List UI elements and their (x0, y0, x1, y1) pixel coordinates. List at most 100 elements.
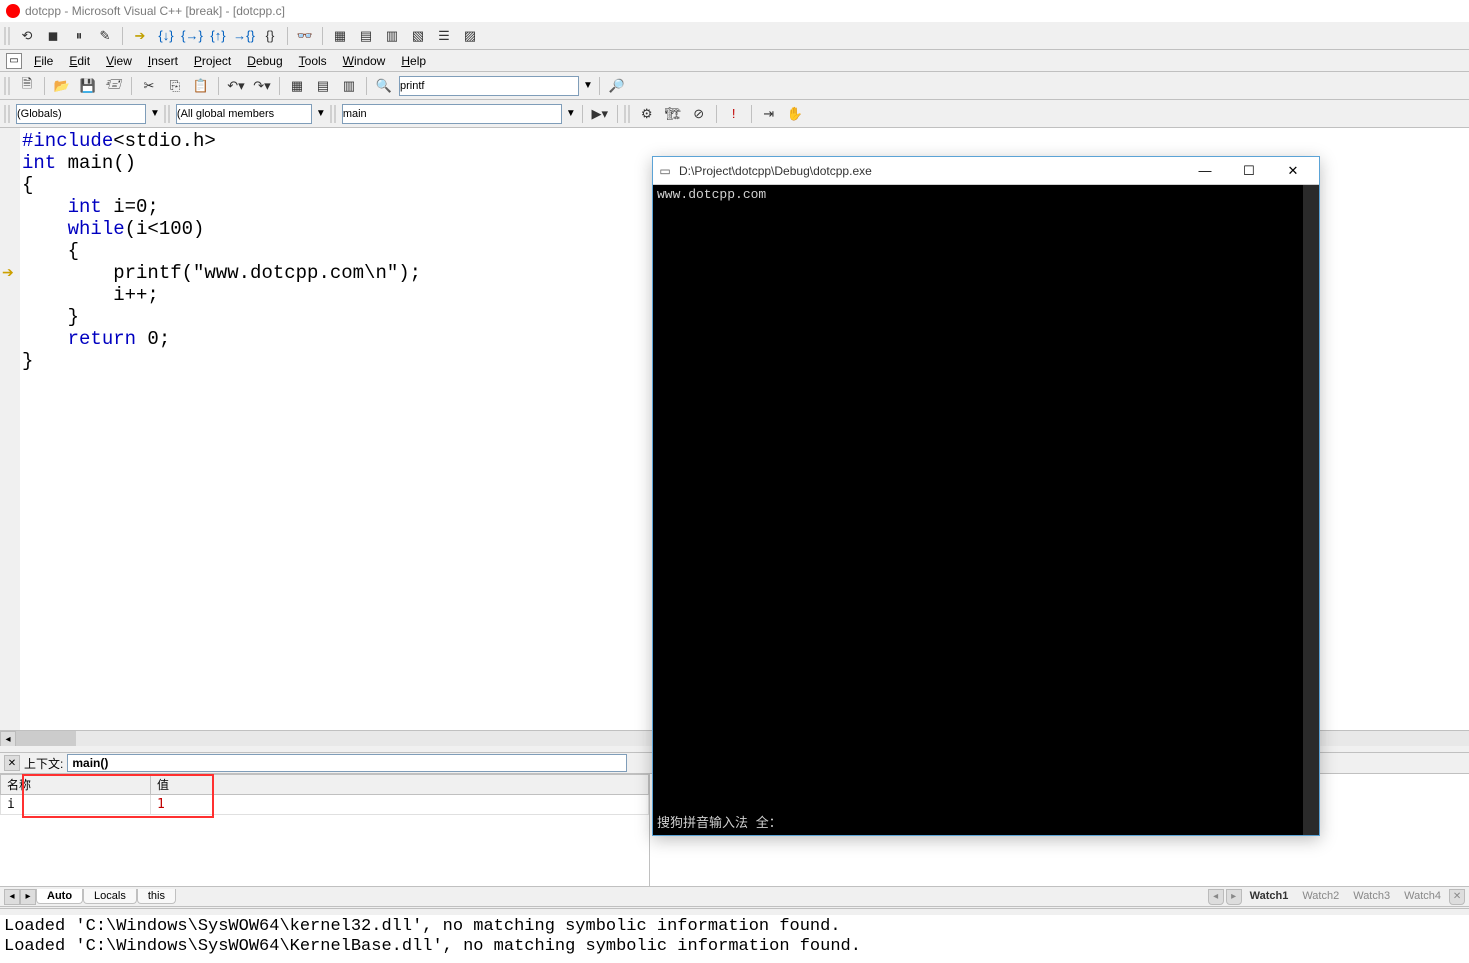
menu-help[interactable]: Help (393, 52, 434, 70)
tab-locals[interactable]: Locals (83, 889, 137, 904)
undo-icon[interactable]: ↶▾ (225, 75, 247, 97)
toolbar-grip[interactable] (330, 105, 336, 123)
find-in-files-icon[interactable]: 🔍 (373, 75, 395, 97)
console-title: D:\Project\dotcpp\Debug\dotcpp.exe (679, 164, 1183, 178)
insert-breakpoint-icon[interactable]: ✋ (784, 103, 806, 125)
go-icon[interactable]: ▶▾ (589, 103, 611, 125)
tab-watch1[interactable]: Watch1 (1244, 889, 1295, 905)
toolbar-grip[interactable] (4, 27, 10, 45)
menu-tools[interactable]: Tools (291, 52, 335, 70)
tab-watch3[interactable]: Watch3 (1347, 889, 1396, 905)
menu-file[interactable]: File (26, 52, 61, 70)
window-list-icon[interactable]: ▥ (338, 75, 360, 97)
context-combo[interactable] (67, 754, 627, 772)
variables-window-icon[interactable]: ▤ (355, 25, 377, 47)
menu-view[interactable]: View (98, 52, 140, 70)
menu-debug[interactable]: Debug (239, 52, 290, 70)
cut-icon[interactable]: ✂ (138, 75, 160, 97)
close-panel-icon[interactable]: ✕ (4, 755, 20, 771)
tab-scroll-right-icon[interactable]: ▸ (20, 889, 36, 905)
document-icon[interactable]: ▭ (6, 53, 22, 69)
console-window[interactable]: ▭ D:\Project\dotcpp\Debug\dotcpp.exe — ☐… (652, 156, 1320, 836)
output-line: Loaded 'C:\Windows\SysWOW64\kernel32.dll… (4, 917, 1465, 937)
go-debug-icon[interactable]: ⇥ (758, 103, 780, 125)
tab-watch4[interactable]: Watch4 (1398, 889, 1447, 905)
compile-icon[interactable]: ⚙ (636, 103, 658, 125)
toolbar-grip[interactable] (4, 77, 10, 95)
step-out-icon[interactable]: {↑} (207, 25, 229, 47)
tab-this[interactable]: this (137, 889, 176, 904)
maximize-button[interactable]: ☐ (1227, 157, 1271, 185)
show-next-icon[interactable]: ➔ (129, 25, 151, 47)
menu-edit[interactable]: Edit (61, 52, 98, 70)
toolbar-grip[interactable] (624, 105, 630, 123)
output-panel[interactable]: Loaded 'C:\Windows\SysWOW64\kernel32.dll… (0, 909, 1469, 963)
watch-window-icon[interactable]: ▦ (329, 25, 351, 47)
console-icon: ▭ (657, 163, 673, 179)
toolbar-grip[interactable] (4, 105, 10, 123)
new-file-icon[interactable]: 🗎 (16, 75, 38, 97)
console-scrollbar[interactable] (1303, 185, 1319, 835)
tab-scroll-right-icon[interactable]: ▸ (1226, 889, 1242, 905)
members-combo[interactable] (176, 104, 312, 124)
save-all-icon[interactable]: 🖅 (103, 75, 125, 97)
debug-toolbar: ⟲ ◼ ⏸ ✎ ➔ {↓} {→} {↑} →{} {} 👓 ▦ ▤ ▥ ▧ ☰… (0, 22, 1469, 50)
callstack-window-icon[interactable]: ☰ (433, 25, 455, 47)
scroll-left-icon[interactable]: ◂ (0, 731, 16, 747)
minimize-button[interactable]: — (1183, 157, 1227, 185)
console-output-line: www.dotcpp.com (657, 187, 1315, 202)
paste-icon[interactable]: 📋 (190, 75, 212, 97)
title-bar: dotcpp - Microsoft Visual C++ [break] - … (0, 0, 1469, 22)
apply-icon[interactable]: ✎ (94, 25, 116, 47)
workspace-icon[interactable]: ▦ (286, 75, 308, 97)
build-icon[interactable]: 🏗 (662, 103, 684, 125)
step-into-icon[interactable]: {↓} (155, 25, 177, 47)
output-icon[interactable]: ▤ (312, 75, 334, 97)
console-body[interactable]: www.dotcpp.com 搜狗拼音输入法 全： (653, 185, 1319, 835)
copy-icon[interactable]: ⎘ (164, 75, 186, 97)
editor-gutter[interactable]: ➔ (0, 128, 20, 730)
find-combo[interactable] (399, 76, 579, 96)
open-icon[interactable]: 📂 (51, 75, 73, 97)
function-combo[interactable] (342, 104, 562, 124)
stop-debug-icon[interactable]: ◼ (42, 25, 64, 47)
ime-status: 搜狗拼音输入法 全： (657, 812, 782, 831)
locals-col-value[interactable]: 值 (151, 775, 649, 795)
locals-col-name[interactable]: 名称 (1, 775, 151, 795)
toolbar-grip[interactable] (164, 105, 170, 123)
braces-icon[interactable]: {} (259, 25, 281, 47)
menu-bar: ▭ File Edit View Insert Project Debug To… (0, 50, 1469, 72)
console-title-bar[interactable]: ▭ D:\Project\dotcpp\Debug\dotcpp.exe — ☐… (653, 157, 1319, 185)
redo-icon[interactable]: ↷▾ (251, 75, 273, 97)
menu-window[interactable]: Window (335, 52, 394, 70)
scope-combo[interactable] (16, 104, 146, 124)
app-window: dotcpp - Microsoft Visual C++ [break] - … (0, 0, 1469, 963)
close-watch-icon[interactable]: ✕ (1449, 889, 1465, 905)
save-icon[interactable]: 💾 (77, 75, 99, 97)
execute-icon[interactable]: ! (723, 103, 745, 125)
step-over-icon[interactable]: {→} (181, 25, 203, 47)
var-value[interactable]: 1 (151, 795, 649, 815)
wizbar-toolbar: ▼ ▼ ▼ ▶▾ ⚙ 🏗 ⊘ ! ⇥ ✋ (0, 100, 1469, 128)
current-line-arrow-icon: ➔ (2, 264, 14, 281)
menu-insert[interactable]: Insert (140, 52, 186, 70)
tab-scroll-left-icon[interactable]: ◂ (1208, 889, 1224, 905)
tab-scroll-left-icon[interactable]: ◂ (4, 889, 20, 905)
var-name[interactable]: i (1, 795, 151, 815)
find-next-icon[interactable]: 🔎 (606, 75, 628, 97)
output-line: Loaded 'C:\Windows\SysWOW64\KernelBase.d… (4, 937, 1465, 957)
disassembly-window-icon[interactable]: ▨ (459, 25, 481, 47)
memory-window-icon[interactable]: ▧ (407, 25, 429, 47)
tab-watch2[interactable]: Watch2 (1296, 889, 1345, 905)
tab-auto[interactable]: Auto (36, 889, 83, 904)
restart-debug-icon[interactable]: ⟲ (16, 25, 38, 47)
registers-window-icon[interactable]: ▥ (381, 25, 403, 47)
menu-project[interactable]: Project (186, 52, 239, 70)
locals-table[interactable]: 名称 值 i 1 (0, 774, 650, 886)
quickwatch-icon[interactable]: 👓 (294, 25, 316, 47)
break-icon[interactable]: ⏸ (68, 25, 90, 47)
stop-build-icon[interactable]: ⊘ (688, 103, 710, 125)
close-button[interactable]: ✕ (1271, 157, 1315, 185)
run-to-cursor-icon[interactable]: →{} (233, 25, 255, 47)
table-row: i 1 (1, 795, 649, 815)
